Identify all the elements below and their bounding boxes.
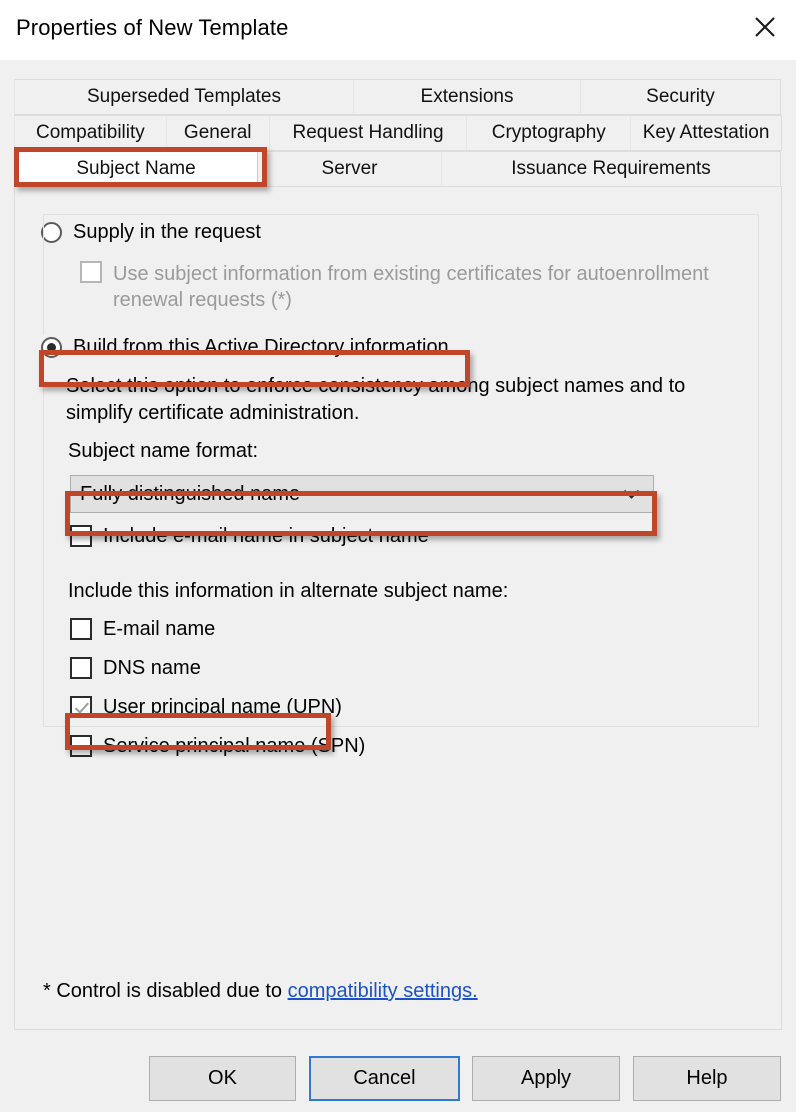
build-from-ad-groupbox (43, 214, 759, 727)
tab-label: Cryptography (491, 122, 606, 143)
tab-general[interactable]: General (165, 115, 270, 151)
tab-label: Issuance Requirements (511, 158, 711, 179)
tab-extensions[interactable]: Extensions (353, 79, 581, 115)
tab-label: General (183, 122, 252, 143)
radio-build-from-ad[interactable]: Build from this Active Directory informa… (41, 335, 455, 360)
checkbox-email-name-label: E-mail name (103, 618, 216, 640)
tab-row-2: Compatibility General Request Handling C… (14, 115, 782, 151)
tab-label: Security (646, 86, 715, 107)
tab-row-1: Superseded Templates Extensions Security (14, 79, 782, 115)
subject-name-format-combobox[interactable]: Fully distinguished name (70, 475, 654, 513)
help-button-label: Help (686, 1067, 728, 1089)
checkbox-user-principal-name[interactable]: User principal name (UPN) (70, 696, 342, 719)
checkbox-email-name[interactable]: E-mail name (70, 618, 215, 641)
checkbox-indicator (70, 618, 92, 640)
checkbox-indicator (70, 696, 92, 718)
tab-superseded-templates[interactable]: Superseded Templates (14, 79, 354, 115)
tab-label: Server (321, 158, 378, 179)
tab-label: Key Attestation (642, 122, 770, 143)
checkbox-indicator (70, 525, 92, 547)
tab-control: Superseded Templates Extensions Security… (14, 79, 782, 1030)
checkbox-user-principal-name-label: User principal name (UPN) (103, 696, 342, 718)
subject-name-format-label: Subject name format: (68, 440, 259, 462)
checkmark-icon (74, 702, 89, 714)
tab-subject-name[interactable]: Subject Name (14, 151, 258, 187)
tab-cryptography[interactable]: Cryptography (466, 115, 632, 151)
apply-button-label: Apply (520, 1067, 572, 1089)
checkbox-service-principal-name[interactable]: Service principal name (SPN) (70, 735, 365, 758)
ok-button[interactable]: OK (149, 1056, 296, 1101)
tab-row-3: Subject Name Server Issuance Requirement… (14, 151, 782, 187)
tab-compatibility[interactable]: Compatibility (14, 115, 167, 151)
tab-label: Subject Name (76, 158, 196, 179)
tab-strip: Superseded Templates Extensions Security… (14, 79, 782, 187)
apply-button[interactable]: Apply (472, 1056, 620, 1101)
build-from-ad-description: Select this option to enforce consistenc… (66, 375, 686, 424)
help-button[interactable]: Help (633, 1056, 781, 1101)
title-bar: Properties of New Template (0, 0, 796, 60)
radio-build-from-ad-label: Build from this Active Directory informa… (73, 336, 449, 358)
checkbox-include-email-in-subject-name-label: Include e-mail name in subject name (103, 525, 429, 547)
tab-label: Request Handling (292, 122, 444, 143)
checkbox-dns-name-label: DNS name (103, 657, 201, 679)
checkbox-dns-name[interactable]: DNS name (70, 657, 201, 680)
subject-name-format-value: Fully distinguished name (80, 482, 301, 505)
footnote: * Control is disabled due to compatibili… (43, 980, 478, 1003)
tab-page-subject-name: Supply in the request Use subject inform… (14, 186, 782, 1030)
tab-server[interactable]: Server (257, 151, 442, 187)
tab-label: Compatibility (36, 122, 145, 143)
dialog-body: Superseded Templates Extensions Security… (0, 60, 796, 1112)
ok-button-label: OK (208, 1067, 237, 1089)
checkbox-service-principal-name-label: Service principal name (SPN) (103, 735, 366, 757)
tab-key-attestation[interactable]: Key Attestation (630, 115, 782, 151)
radio-indicator (41, 337, 62, 358)
dialog-button-row: OK Cancel Apply Help (0, 1056, 796, 1104)
tab-request-handling[interactable]: Request Handling (268, 115, 468, 151)
cancel-button-label: Cancel (353, 1067, 416, 1089)
tab-label: Superseded Templates (87, 86, 281, 107)
alternate-subject-name-heading: Include this information in alternate su… (68, 580, 509, 602)
checkbox-indicator (70, 735, 92, 757)
checkbox-indicator (70, 657, 92, 679)
close-icon (753, 15, 777, 39)
compatibility-settings-link[interactable]: compatibility settings. (288, 980, 478, 1002)
chevron-down-icon (623, 489, 640, 500)
checkbox-include-email-in-subject-name[interactable]: Include e-mail name in subject name (70, 525, 429, 548)
tab-issuance-requirements[interactable]: Issuance Requirements (441, 151, 781, 187)
page-title: Properties of New Template (16, 15, 289, 40)
close-button[interactable] (734, 0, 796, 54)
cancel-button[interactable]: Cancel (309, 1056, 460, 1101)
footnote-text: * Control is disabled due to (43, 980, 288, 1002)
tab-security[interactable]: Security (580, 79, 781, 115)
tab-label: Extensions (420, 86, 514, 107)
